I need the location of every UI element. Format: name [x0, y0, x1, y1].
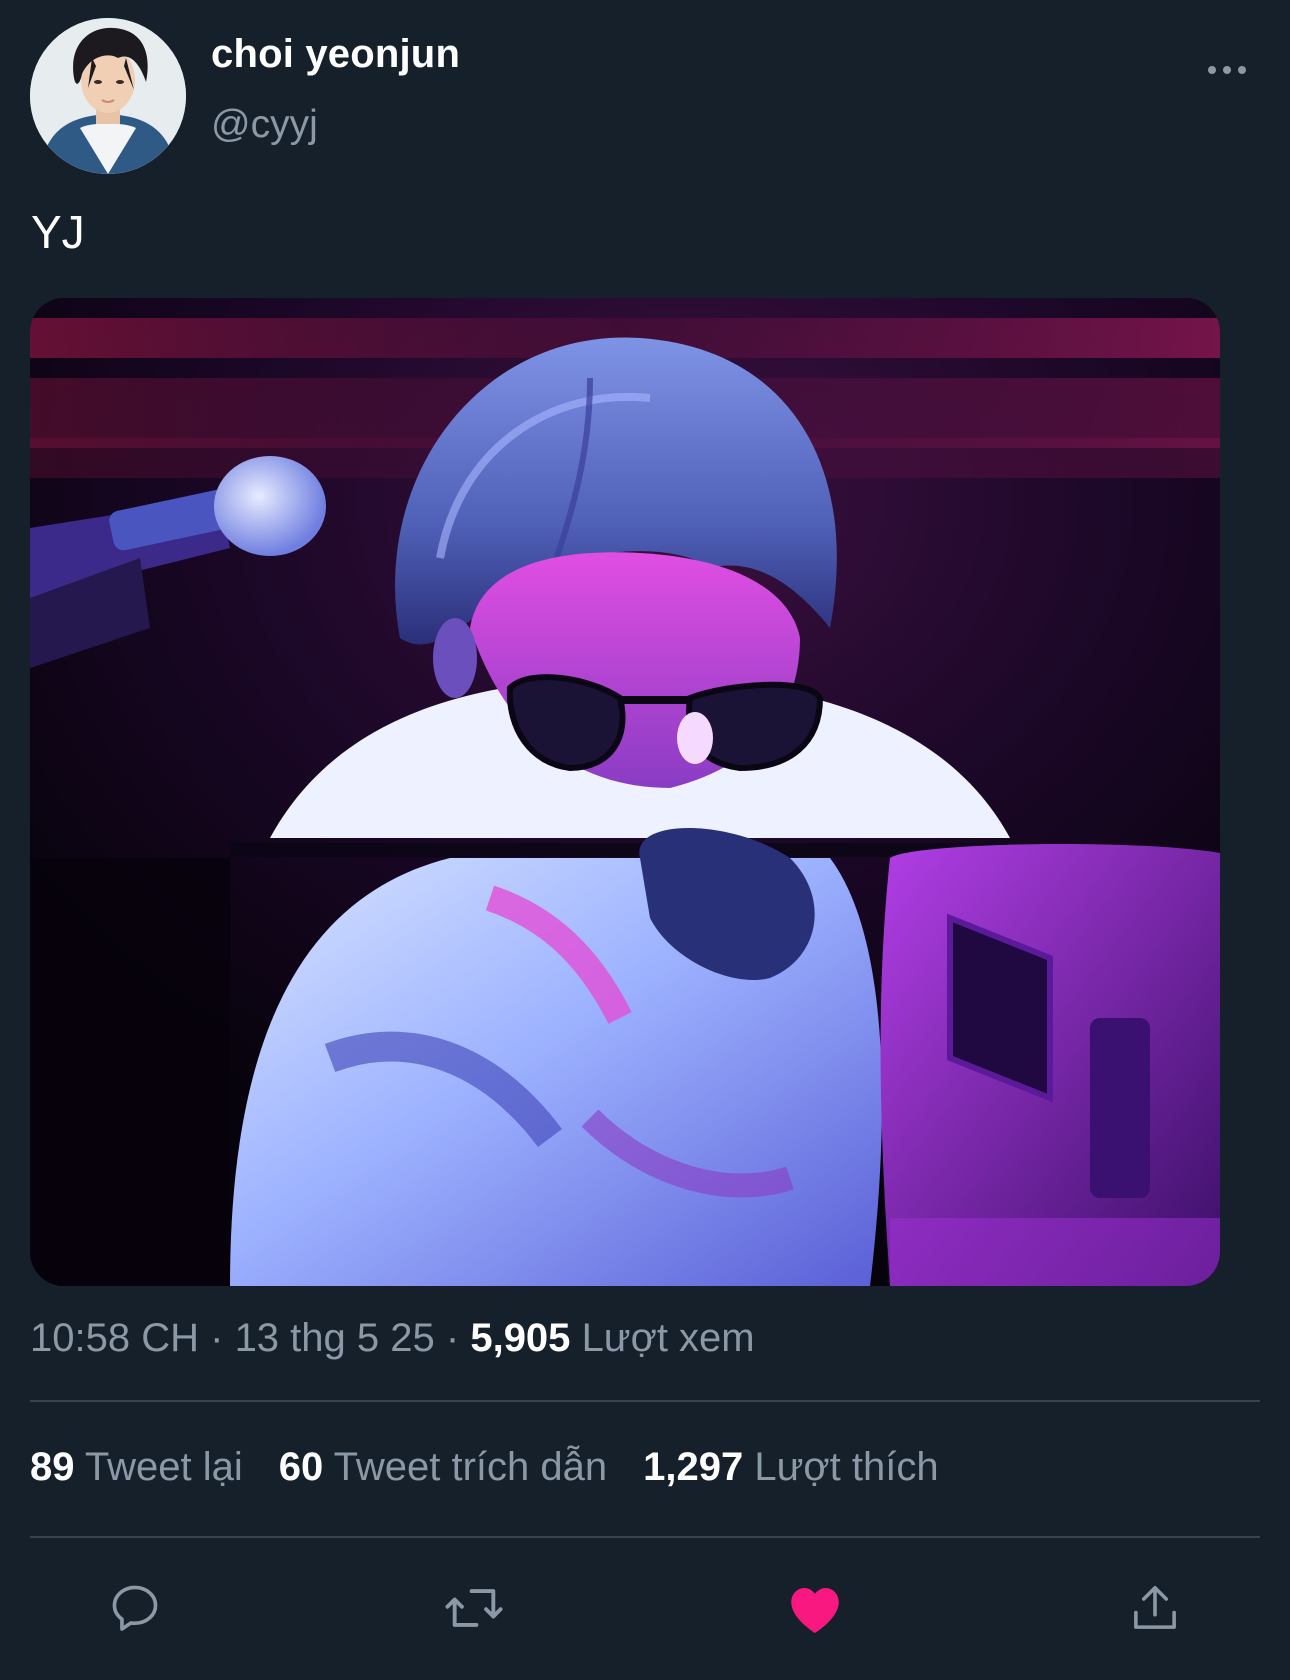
likes-stat[interactable]: 1,297 Lượt thích	[643, 1445, 938, 1489]
heart-icon	[791, 1588, 839, 1633]
likes-count: 1,297	[643, 1445, 744, 1489]
tweet-meta: 10:58 CH · 13 thg 5 25 · 5,905 Lượt xem	[30, 1316, 755, 1361]
divider	[30, 1400, 1260, 1402]
retweets-count: 89	[30, 1445, 75, 1489]
views-count: 5,905	[470, 1316, 571, 1360]
quotes-count: 60	[278, 1445, 324, 1489]
like-button[interactable]	[775, 1576, 855, 1640]
views-label: Lượt xem	[581, 1316, 755, 1360]
tweet-text: YJ	[31, 206, 85, 258]
tweet-photo	[30, 298, 1220, 1286]
retweet-icon	[445, 1589, 503, 1627]
avatar[interactable]	[30, 18, 186, 174]
meta-separator: ·	[445, 1316, 460, 1360]
share-button[interactable]	[1115, 1576, 1195, 1640]
more-horizontal-icon	[1208, 66, 1246, 74]
retweet-button[interactable]	[434, 1576, 514, 1640]
meta-separator: ·	[210, 1316, 224, 1360]
reply-button[interactable]	[95, 1576, 175, 1640]
avatar-image	[30, 18, 186, 174]
reply-icon	[112, 1585, 158, 1631]
author-display-name[interactable]: choi yeonjun	[211, 32, 460, 77]
engagement-stats: 89 Tweet lại 60 Tweet trích dẫn 1,297 Lượt…	[30, 1445, 939, 1490]
tweet-date[interactable]: 13 thg 5 25	[235, 1316, 435, 1360]
quotes-label: Tweet trích dẫn	[333, 1445, 608, 1489]
author-handle[interactable]: @cyyj	[211, 103, 318, 147]
likes-label: Lượt thích	[754, 1445, 939, 1489]
share-icon	[1134, 1585, 1176, 1629]
retweets-stat[interactable]: 89 Tweet lại	[30, 1445, 243, 1489]
quotes-stat[interactable]: 60 Tweet trích dẫn	[279, 1445, 607, 1489]
tweet-detail: choi yeonjun @cyyj YJ 10:58 CH · 13 thg …	[0, 0, 1290, 1680]
more-options-button[interactable]	[1200, 50, 1254, 90]
retweets-label: Tweet lại	[84, 1445, 243, 1489]
divider	[30, 1536, 1260, 1538]
tweet-media[interactable]	[30, 298, 1220, 1286]
tweet-time[interactable]: 10:58 CH	[30, 1316, 199, 1360]
